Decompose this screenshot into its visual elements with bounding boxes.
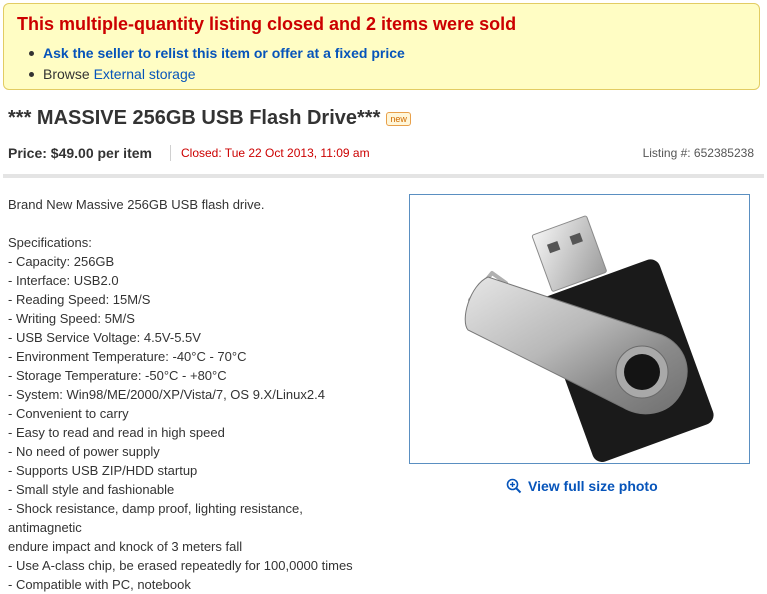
item-title-text: *** MASSIVE 256GB USB Flash Drive*** [8,107,381,129]
price-row: Price: $49.00 per item Closed: Tue 22 Oc… [8,145,758,163]
listing-status-notice: This multiple-quantity listing closed an… [3,3,760,90]
new-badge: new [386,111,411,126]
spec-line: - Writing Speed: 5M/S [8,311,135,326]
spec-line: - No need of power supply [8,444,160,459]
spec-line: - Environment Temperature: -40°C - 70°C [8,349,247,364]
view-full-size-photo-link[interactable]: View full size photo [506,478,658,494]
spec-line: - System: Win98/ME/2000/XP/Vista/7, OS 9… [8,387,325,402]
notice-item-browse: Browse External storage [28,64,405,85]
browse-category-link[interactable]: External storage [94,66,196,82]
usb-drive-image [464,215,714,462]
notice-actions: Ask the seller to relist this item or of… [28,43,405,85]
zoom-in-icon [506,478,522,494]
spec-line: - Compatible with PC, notebook [8,577,191,592]
view-full-size-label: View full size photo [528,478,658,494]
spec-line: - Convenient to carry [8,406,129,421]
spec-line: - Interface: USB2.0 [8,273,119,288]
spec-line: - Capacity: 256GB [8,254,115,269]
item-photo[interactable] [409,194,750,464]
relist-link[interactable]: Ask the seller to relist this item or of… [43,45,405,61]
description-intro: Brand New Massive 256GB USB flash drive. [8,197,265,212]
notice-title: This multiple-quantity listing closed an… [17,14,517,34]
item-price: Price: $49.00 per item [8,145,152,161]
browse-label: Browse [43,66,90,82]
spec-line: - Small style and fashionable [8,482,175,497]
spec-line: - Reading Speed: 15M/S [8,292,151,307]
spec-line: - Supports USB ZIP/HDD startup [8,463,198,478]
spec-line: - Use A-class chip, be erased repeatedly… [8,558,353,573]
spec-line: - Shock resistance, damp proof, lighting… [8,501,303,535]
spec-line: endure impact and knock of 3 meters fall [8,539,243,554]
item-description: Brand New Massive 256GB USB flash drive.… [8,195,403,594]
spec-line: - USB Service Voltage: 4.5V-5.5V [8,330,201,345]
notice-item-relist: Ask the seller to relist this item or of… [28,43,405,64]
spec-heading: Specifications: [8,235,92,250]
spec-line: - Easy to read and read in high speed [8,425,225,440]
listing-number: Listing #: 652385238 [642,146,754,160]
spec-line: - Storage Temperature: -50°C - +80°C [8,368,227,383]
item-title: *** MASSIVE 256GB USB Flash Drive*** new [8,107,411,130]
section-divider [3,174,764,178]
closed-date: Closed: Tue 22 Oct 2013, 11:09 am [170,145,370,161]
